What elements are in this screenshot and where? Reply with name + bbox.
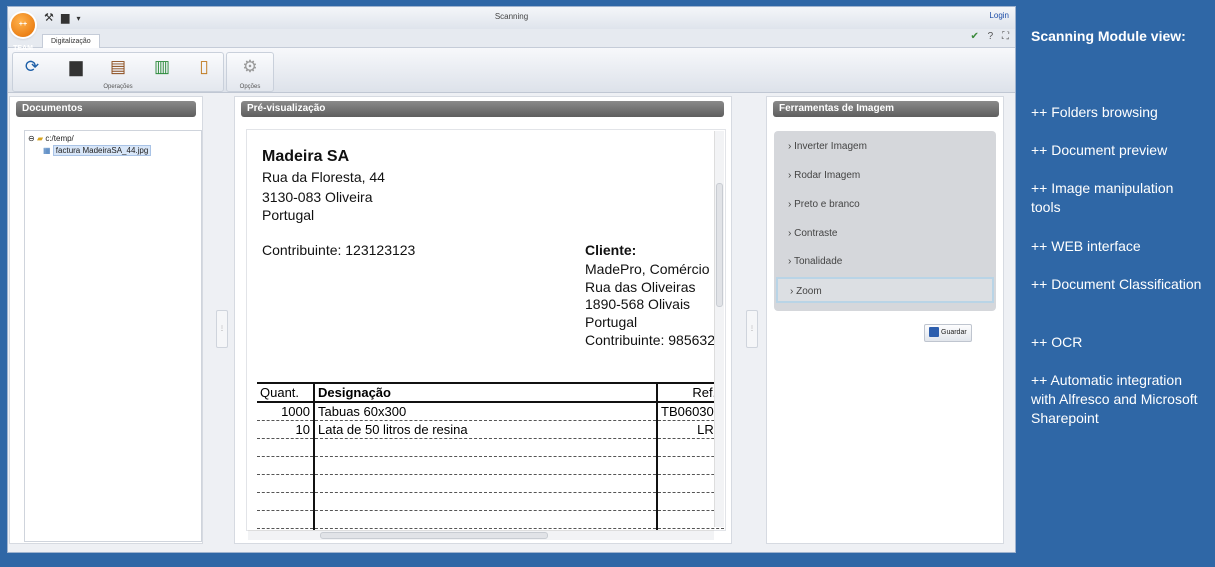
folder-icon: ▰ (36, 134, 44, 143)
collapse-icon[interactable]: ⊖ (28, 134, 35, 143)
image-tools-panel-header: Ferramentas de Imagem (773, 101, 999, 117)
tool-label: Tonalidade (793, 256, 843, 267)
ribbon-tab-row: Digitalização ✔ ? ⛶ (8, 29, 1015, 48)
tool-label: Zoom (796, 286, 822, 297)
table-cell-designation: Lata de 50 litros de resina (314, 420, 658, 439)
company-country: Portugal (262, 207, 315, 223)
preview-horizontal-scrollbar[interactable] (248, 530, 714, 540)
company-address-line2: 3130-083 Oliveira (262, 189, 373, 205)
scanner-icon[interactable]: ▆ (65, 57, 87, 77)
save-button-label: Guardar (941, 329, 967, 336)
login-link[interactable]: Login (989, 11, 1009, 20)
company-taxid: Contribuinte: 123123123 (262, 242, 416, 258)
table-row-empty (257, 474, 724, 493)
column-header-quantity: Quant. (257, 382, 315, 403)
tool-rotate-image[interactable]: › Rodar Imagem (776, 163, 994, 189)
tool-zoom[interactable]: › Zoom (776, 277, 994, 303)
tool-invert-image[interactable]: › Inverter Imagem (776, 134, 994, 160)
table-cell-quantity: 10 (257, 420, 315, 439)
client-name: MadePro, Comércio (585, 261, 710, 277)
note-item: ++ Document Classification (1031, 276, 1202, 292)
left-splitter-handle[interactable]: ⋮ (216, 310, 228, 348)
document-preview-image: Madeira SA Rua da Floresta, 44 3130-083 … (246, 129, 726, 531)
team-logo: ++ TEAM (11, 13, 35, 52)
table-cell-designation: Tabuas 60x300 (314, 402, 658, 421)
operations-group-label: Operações (103, 84, 133, 90)
note-item: ++ Image manipulation tools (1031, 180, 1174, 215)
table-cell-quantity: 1000 (257, 402, 315, 421)
file-label: factura MadeiraSA_44.jpg (52, 145, 152, 156)
table-header-row: Quant. Designação Ref.ª (257, 382, 724, 403)
company-address-line1: Rua da Floresta, 44 (262, 169, 385, 185)
tool-label: Inverter Imagem (794, 141, 867, 152)
preview-vertical-scrollbar[interactable] (714, 131, 724, 527)
note-item: ++ OCR (1031, 334, 1083, 350)
invoice-items-table: Quant. Designação Ref.ª 1000 Tabuas 60x3… (257, 382, 724, 530)
preview-panel-header: Pré-visualização (241, 101, 724, 117)
table-row-empty (257, 438, 724, 457)
tab-digitalizacao[interactable]: Digitalização (42, 34, 100, 48)
window-title: Scanning (494, 12, 529, 21)
client-taxid: Contribuinte: 985632 (585, 332, 715, 348)
operations-group: ⟳ ▆ ▤ ▥ ▯ Operações (12, 52, 224, 92)
tool-label: Contraste (794, 228, 838, 239)
client-address-line2: 1890-568 Olivais (585, 296, 691, 312)
title-bar: ⚒ ▆ ▾ Scanning Login (8, 7, 1015, 29)
window-controls: ✔ ? ⛶ (964, 31, 1009, 42)
fullscreen-icon[interactable]: ⛶ (1002, 31, 1009, 42)
image-tools-list: › Inverter Imagem › Rodar Imagem › Preto… (774, 131, 996, 311)
folder-tree[interactable]: ⊖ ▰ c:/temp/ ▦ factura MadeiraSA_44.jpg (24, 130, 202, 542)
tool-tonality[interactable]: › Tonalidade (776, 249, 994, 275)
tool-label: Preto e branco (794, 199, 860, 210)
right-splitter-handle[interactable]: ⋮ (746, 310, 758, 348)
client-country: Portugal (585, 314, 638, 330)
save-button[interactable]: Guardar (924, 324, 972, 342)
tree-file-row[interactable]: ▦ factura MadeiraSA_44.jpg (43, 145, 152, 156)
options-group-label: Opções (239, 84, 261, 90)
tool-contrast[interactable]: › Contraste (776, 221, 994, 247)
image-file-icon: ▦ (43, 146, 51, 155)
note-item: ++ Automatic integration with Alfresco a… (1031, 372, 1198, 426)
note-item: ++ WEB interface (1031, 238, 1141, 254)
table-row-empty (257, 510, 724, 529)
tool-label: Rodar Imagem (794, 170, 861, 181)
batch-scan-icon[interactable]: ▤ (107, 57, 129, 77)
folder-label: c:/temp/ (45, 134, 74, 143)
notes-title: Scanning Module view: (1031, 28, 1186, 44)
ribbon-toolbar: ⟳ ▆ ▤ ▥ ▯ Operações ⚙ Opções (8, 48, 1015, 93)
floppy-disk-icon (929, 327, 939, 338)
column-header-designation: Designação (314, 382, 658, 403)
tool-black-white[interactable]: › Preto e branco (776, 192, 994, 218)
table-row: 1000 Tabuas 60x300 TB06030 (257, 402, 724, 421)
pin-icon[interactable]: ✔ (970, 31, 978, 42)
client-address-line1: Rua das Oliveiras (585, 279, 696, 295)
note-item: ++ Document preview (1031, 142, 1168, 158)
table-row-empty (257, 456, 724, 475)
note-item: ++ Folders browsing (1031, 104, 1158, 120)
documents-panel-header: Documentos (16, 101, 196, 117)
options-group: ⚙ Opções (226, 52, 274, 92)
help-icon[interactable]: ? (988, 31, 994, 42)
tree-folder-row[interactable]: ⊖ ▰ c:/temp/ (28, 134, 74, 143)
document-icon[interactable]: ▯ (193, 57, 215, 77)
horizontal-scroll-thumb[interactable] (320, 532, 548, 539)
books-icon[interactable]: ▥ (151, 57, 173, 77)
vertical-scroll-thumb[interactable] (716, 183, 723, 307)
client-label: Cliente: (585, 242, 637, 258)
table-row: 10 Lata de 50 litros de resina LR5 (257, 420, 724, 439)
company-name: Madeira SA (262, 148, 350, 165)
table-row-empty (257, 492, 724, 511)
gear-icon[interactable]: ⚙ (239, 57, 261, 77)
